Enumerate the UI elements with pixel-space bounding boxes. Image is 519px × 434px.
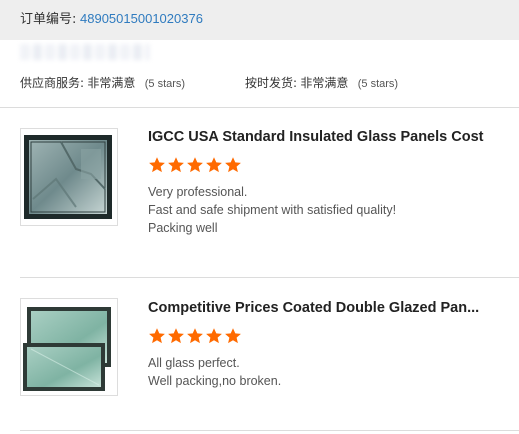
product-title[interactable]: Competitive Prices Coated Double Glazed … bbox=[148, 299, 493, 317]
star-icon bbox=[225, 157, 241, 173]
review-text: All glass perfect. Well packing,no broke… bbox=[148, 354, 281, 390]
divider bbox=[20, 430, 519, 431]
supplier-service-label: 供应商服务: bbox=[20, 76, 85, 90]
divider bbox=[20, 277, 519, 278]
on-time-shipping-rating: 按时发货: 非常满意 (5 stars) bbox=[245, 75, 398, 92]
star-icon bbox=[187, 157, 203, 173]
order-number-link[interactable]: 48905015001020376 bbox=[80, 11, 203, 26]
star-rating bbox=[148, 156, 243, 176]
order-header: 订单编号: 48905015001020376 bbox=[0, 0, 519, 40]
star-icon bbox=[149, 328, 165, 344]
star-icon bbox=[168, 328, 184, 344]
supplier-service-rating: 供应商服务: 非常满意 (5 stars) bbox=[20, 75, 185, 92]
insulated-glass-panel-image bbox=[24, 135, 112, 219]
product-thumbnail[interactable] bbox=[20, 298, 118, 396]
review-text: Very professional. Fast and safe shipmen… bbox=[148, 183, 396, 237]
star-icon bbox=[206, 157, 222, 173]
star-icon bbox=[225, 328, 241, 344]
product-thumbnail[interactable] bbox=[20, 128, 118, 226]
star-icon bbox=[168, 157, 184, 173]
on-time-shipping-value: 非常满意 bbox=[300, 76, 349, 90]
order-number-label: 订单编号: bbox=[20, 12, 77, 27]
review-line: Fast and safe shipment with satisfied qu… bbox=[148, 203, 397, 217]
supplier-service-value: 非常满意 bbox=[87, 76, 136, 90]
buyer-name-blurred: **** bbox=[20, 44, 150, 60]
star-icon bbox=[149, 157, 165, 173]
star-icon bbox=[206, 328, 222, 344]
review-line: All glass perfect. bbox=[148, 356, 240, 370]
product-title[interactable]: IGCC USA Standard Insulated Glass Panels… bbox=[148, 128, 493, 146]
double-glazed-glass-image bbox=[23, 307, 111, 391]
star-rating bbox=[148, 327, 243, 347]
divider bbox=[0, 107, 519, 108]
on-time-shipping-stars: (5 stars) bbox=[357, 78, 399, 90]
supplier-service-stars: (5 stars) bbox=[144, 78, 186, 90]
order-number-row: 订单编号: 48905015001020376 bbox=[20, 11, 203, 28]
on-time-shipping-label: 按时发货: bbox=[245, 76, 298, 90]
star-icon bbox=[187, 328, 203, 344]
review-line: Packing well bbox=[148, 221, 218, 235]
review-line: Very professional. bbox=[148, 185, 248, 199]
review-line: Well packing,no broken. bbox=[148, 374, 282, 388]
